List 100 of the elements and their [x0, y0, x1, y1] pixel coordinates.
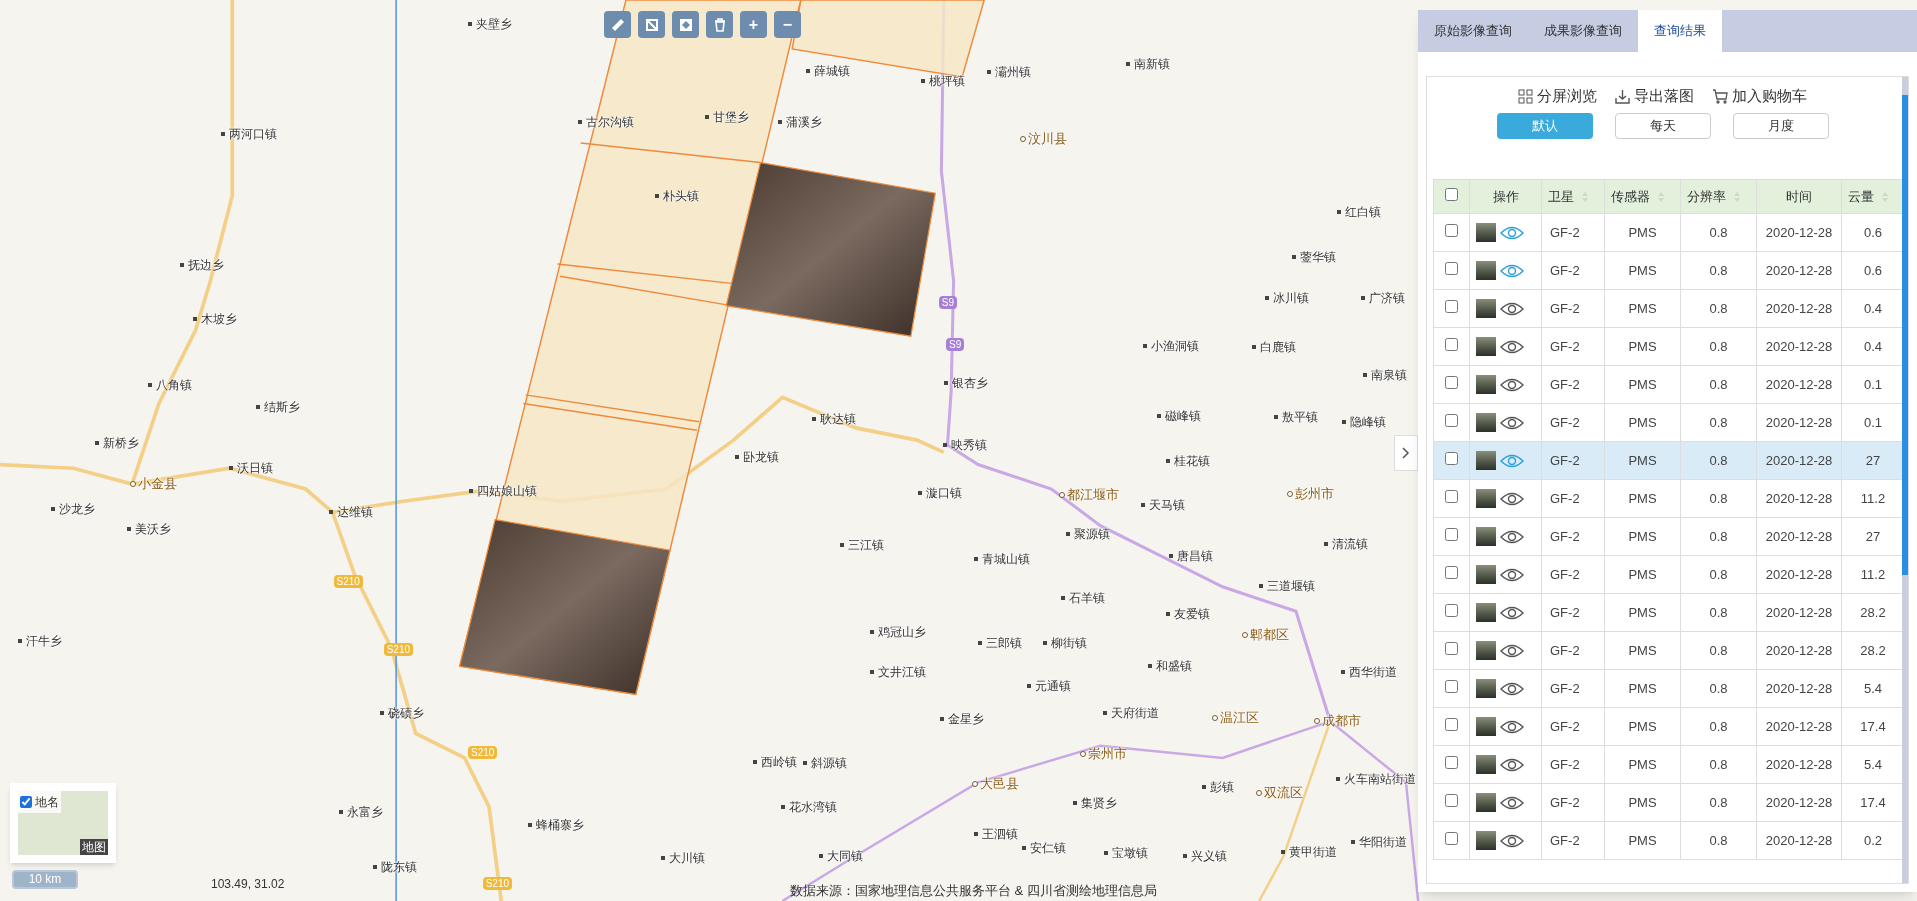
image-thumbnail[interactable]: [1476, 337, 1496, 356]
period-button[interactable]: 月度: [1732, 113, 1829, 139]
row-checkbox[interactable]: [1445, 603, 1458, 617]
eye-icon[interactable]: [1500, 718, 1524, 735]
frame-tool-button[interactable]: [672, 11, 699, 38]
row-checkbox[interactable]: [1445, 375, 1458, 389]
eye-icon[interactable]: [1500, 832, 1524, 849]
table-cell: 0.8: [1680, 707, 1757, 746]
table-cell: 2020-12-28: [1756, 783, 1842, 822]
panel-tab[interactable]: 查询结果: [1638, 10, 1722, 52]
road-sign: S210: [468, 745, 498, 759]
download-action-button[interactable]: 导出落图: [1615, 85, 1694, 107]
row-checkbox[interactable]: [1445, 641, 1458, 655]
eye-icon[interactable]: [1500, 490, 1524, 507]
table-cell: 2020-12-28: [1756, 821, 1842, 860]
image-thumbnail[interactable]: [1476, 831, 1496, 850]
place-label: 王泗镇: [982, 826, 1019, 841]
grid-action-button[interactable]: 分屏浏览: [1518, 85, 1597, 107]
image-thumbnail[interactable]: [1476, 793, 1496, 812]
row-checkbox[interactable]: [1445, 527, 1458, 541]
table-cell: 0.8: [1680, 403, 1757, 442]
column-header[interactable]: 卫星: [1541, 179, 1605, 214]
row-checkbox[interactable]: [1445, 565, 1458, 579]
image-thumbnail[interactable]: [1476, 413, 1496, 432]
row-checkbox[interactable]: [1445, 489, 1458, 503]
place-label: 双流区: [1263, 786, 1303, 801]
eye-icon[interactable]: [1500, 680, 1524, 697]
table-cell: 2020-12-28: [1756, 251, 1842, 290]
select-all-checkbox[interactable]: [1445, 187, 1458, 201]
table-cell: GF-2: [1541, 441, 1605, 480]
table-cell: 2020-12-28: [1756, 403, 1842, 442]
image-thumbnail[interactable]: [1476, 717, 1496, 736]
row-checkbox[interactable]: [1445, 451, 1458, 465]
row-checkbox[interactable]: [1445, 755, 1458, 769]
place-label: 映秀镇: [950, 438, 987, 452]
table-cell: 2020-12-28: [1756, 555, 1842, 594]
ruler-tool-button[interactable]: [604, 11, 631, 38]
eye-icon[interactable]: [1500, 300, 1524, 317]
place-label: 唐昌镇: [1176, 549, 1213, 564]
place-label: 抚边乡: [187, 258, 224, 273]
eye-icon[interactable]: [1500, 642, 1524, 659]
county-marker: [1287, 490, 1294, 497]
row-checkbox[interactable]: [1445, 261, 1458, 275]
column-header[interactable]: 分辨率: [1680, 179, 1757, 214]
image-thumbnail[interactable]: [1476, 679, 1496, 698]
column-header[interactable]: 操作: [1469, 179, 1542, 214]
panel-tab[interactable]: 成果影像查询: [1528, 10, 1638, 52]
row-checkbox[interactable]: [1445, 793, 1458, 807]
column-header[interactable]: 传感器: [1604, 179, 1681, 214]
place-label: 沃日镇: [236, 461, 273, 476]
row-checkbox[interactable]: [1445, 679, 1458, 693]
eye-icon[interactable]: [1500, 338, 1524, 355]
image-thumbnail[interactable]: [1476, 451, 1496, 470]
image-thumbnail[interactable]: [1476, 603, 1496, 622]
eye-icon[interactable]: [1500, 528, 1524, 545]
cart-action-button[interactable]: 加入购物车: [1712, 85, 1807, 107]
place-label: 大同镇: [827, 848, 864, 863]
polygon-tool-button[interactable]: [638, 11, 665, 38]
place-label: 红白镇: [1345, 204, 1382, 219]
row-checkbox[interactable]: [1445, 223, 1458, 237]
column-header[interactable]: 时间: [1756, 179, 1842, 214]
eye-icon[interactable]: [1500, 794, 1524, 811]
image-thumbnail[interactable]: [1476, 565, 1496, 584]
place-label: 达维镇: [336, 505, 373, 520]
image-thumbnail[interactable]: [1476, 261, 1496, 280]
eye-icon[interactable]: [1500, 604, 1524, 621]
eye-icon[interactable]: [1500, 414, 1524, 431]
place-label: 火车南站街道: [1344, 771, 1417, 786]
image-thumbnail[interactable]: [1476, 299, 1496, 318]
table-cell: 0.8: [1680, 517, 1757, 556]
image-thumbnail[interactable]: [1476, 527, 1496, 546]
period-button[interactable]: 每天: [1614, 113, 1711, 139]
row-checkbox[interactable]: [1445, 717, 1458, 731]
collapse-panel-button[interactable]: [1394, 435, 1418, 471]
image-thumbnail[interactable]: [1476, 755, 1496, 774]
eye-icon[interactable]: [1500, 566, 1524, 583]
row-checkbox[interactable]: [1445, 413, 1458, 427]
image-thumbnail[interactable]: [1476, 223, 1496, 242]
place-label: 三郎镇: [986, 636, 1023, 651]
trash-tool-button[interactable]: [706, 11, 733, 38]
row-checkbox[interactable]: [1445, 299, 1458, 313]
scrollbar[interactable]: [1902, 77, 1908, 883]
image-thumbnail[interactable]: [1476, 375, 1496, 394]
image-thumbnail[interactable]: [1476, 641, 1496, 660]
eye-icon[interactable]: [1500, 376, 1524, 393]
image-thumbnail[interactable]: [1476, 489, 1496, 508]
table-cell: PMS: [1604, 821, 1681, 860]
row-checkbox[interactable]: [1445, 831, 1458, 845]
eye-icon[interactable]: [1500, 756, 1524, 773]
place-label: 崇州市: [1087, 747, 1127, 762]
map-thumbnail[interactable]: 地名 地图: [18, 791, 108, 855]
table-cell: GF-2: [1541, 821, 1605, 860]
row-checkbox[interactable]: [1445, 337, 1458, 351]
place-names-checkbox[interactable]: [20, 796, 32, 808]
place-label: 金星乡: [948, 711, 985, 726]
table-cell: PMS: [1604, 517, 1681, 556]
table-cell: PMS: [1604, 593, 1681, 632]
table-cell: 2020-12-28: [1756, 745, 1842, 784]
panel-tab[interactable]: 原始影像查询: [1418, 10, 1528, 52]
table-cell: 2020-12-28: [1756, 517, 1842, 556]
